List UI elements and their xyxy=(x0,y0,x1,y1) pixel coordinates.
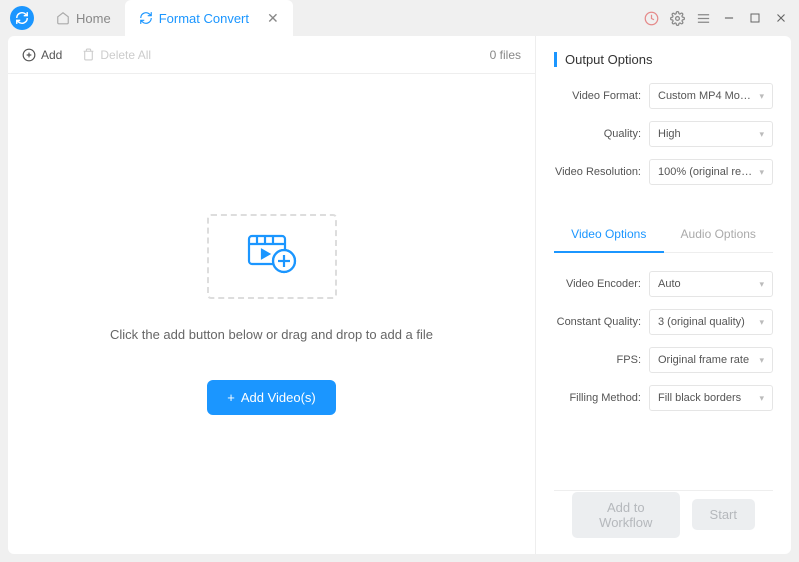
video-format-select[interactable]: Custom MP4 Movie(... ▾ xyxy=(649,83,773,109)
add-videos-button[interactable]: + Add Video(s) xyxy=(207,380,336,415)
resolution-select[interactable]: 100% (original resol... ▾ xyxy=(649,159,773,185)
encoder-label: Video Encoder: xyxy=(554,278,649,290)
tab-format-convert[interactable]: Format Convert ✕ xyxy=(125,0,293,36)
drop-box xyxy=(207,214,337,299)
resolution-label: Video Resolution: xyxy=(554,166,649,178)
file-toolbar: Add Delete All 0 files xyxy=(8,36,535,74)
add-button[interactable]: Add xyxy=(22,48,62,62)
fps-label: FPS: xyxy=(554,354,649,366)
add-label: Add xyxy=(41,48,62,62)
close-icon[interactable]: ✕ xyxy=(267,10,279,27)
cq-value: 3 (original quality) xyxy=(658,316,745,328)
cq-label: Constant Quality: xyxy=(554,316,649,328)
add-videos-label: Add Video(s) xyxy=(241,390,316,405)
tab-home[interactable]: Home xyxy=(42,0,125,36)
app-logo[interactable] xyxy=(10,6,34,30)
maximize-icon[interactable] xyxy=(747,10,763,26)
output-options-title: Output Options xyxy=(554,52,773,67)
tab-active-label: Format Convert xyxy=(159,11,249,26)
right-panel: Output Options Video Format: Custom MP4 … xyxy=(536,36,791,554)
clock-icon[interactable] xyxy=(643,10,659,26)
refresh-icon xyxy=(139,11,153,25)
resolution-value: 100% (original resol... xyxy=(658,166,755,178)
chevron-down-icon: ▾ xyxy=(759,355,764,366)
fps-value: Original frame rate xyxy=(658,354,749,366)
fill-value: Fill black borders xyxy=(658,392,741,404)
plus-small-icon: + xyxy=(227,390,235,405)
titlebar: Home Format Convert ✕ xyxy=(0,0,799,36)
quality-select[interactable]: High ▾ xyxy=(649,121,773,147)
gear-icon[interactable] xyxy=(669,10,685,26)
cq-row: Constant Quality: 3 (original quality) ▾ xyxy=(554,309,773,335)
plus-icon xyxy=(22,48,36,62)
encoder-select[interactable]: Auto ▾ xyxy=(649,271,773,297)
window-controls xyxy=(643,10,789,26)
resolution-row: Video Resolution: 100% (original resol..… xyxy=(554,159,773,185)
video-format-value: Custom MP4 Movie(... xyxy=(658,90,755,102)
content-area: Add Delete All 0 files xyxy=(8,36,791,554)
file-count: 0 files xyxy=(490,48,521,62)
fill-select[interactable]: Fill black borders ▾ xyxy=(649,385,773,411)
fps-select[interactable]: Original frame rate ▾ xyxy=(649,347,773,373)
menu-icon[interactable] xyxy=(695,10,711,26)
add-to-workflow-button[interactable]: Add to Workflow xyxy=(572,492,680,538)
quality-row: Quality: High ▾ xyxy=(554,121,773,147)
cq-select[interactable]: 3 (original quality) ▾ xyxy=(649,309,773,335)
footer: Add to Workflow Start xyxy=(554,490,773,538)
encoder-row: Video Encoder: Auto ▾ xyxy=(554,271,773,297)
fill-label: Filling Method: xyxy=(554,392,649,404)
app-window: Home Format Convert ✕ xyxy=(0,0,799,562)
close-window-icon[interactable] xyxy=(773,10,789,26)
video-format-label: Video Format: xyxy=(554,90,649,102)
delete-all-label: Delete All xyxy=(100,48,151,62)
video-format-row: Video Format: Custom MP4 Movie(... ▾ xyxy=(554,83,773,109)
video-add-icon xyxy=(244,231,300,282)
drop-area[interactable]: Click the add button below or drag and d… xyxy=(8,74,535,554)
tab-home-label: Home xyxy=(76,11,111,26)
home-icon xyxy=(56,11,70,25)
quality-label: Quality: xyxy=(554,128,649,140)
drop-hint: Click the add button below or drag and d… xyxy=(110,327,433,342)
left-panel: Add Delete All 0 files xyxy=(8,36,536,554)
chevron-down-icon: ▾ xyxy=(759,279,764,290)
tab-audio-options[interactable]: Audio Options xyxy=(664,217,774,252)
fps-row: FPS: Original frame rate ▾ xyxy=(554,347,773,373)
encoder-value: Auto xyxy=(658,278,681,290)
chevron-down-icon: ▾ xyxy=(759,91,764,102)
fill-row: Filling Method: Fill black borders ▾ xyxy=(554,385,773,411)
delete-all-button[interactable]: Delete All xyxy=(82,48,151,62)
minimize-icon[interactable] xyxy=(721,10,737,26)
options-tabs: Video Options Audio Options xyxy=(554,217,773,253)
chevron-down-icon: ▾ xyxy=(759,167,764,178)
trash-icon xyxy=(82,48,95,61)
chevron-down-icon: ▾ xyxy=(759,393,764,404)
start-button[interactable]: Start xyxy=(692,499,755,530)
chevron-down-icon: ▾ xyxy=(759,129,764,140)
tab-video-options[interactable]: Video Options xyxy=(554,217,664,253)
chevron-down-icon: ▾ xyxy=(759,317,764,328)
quality-value: High xyxy=(658,128,681,140)
